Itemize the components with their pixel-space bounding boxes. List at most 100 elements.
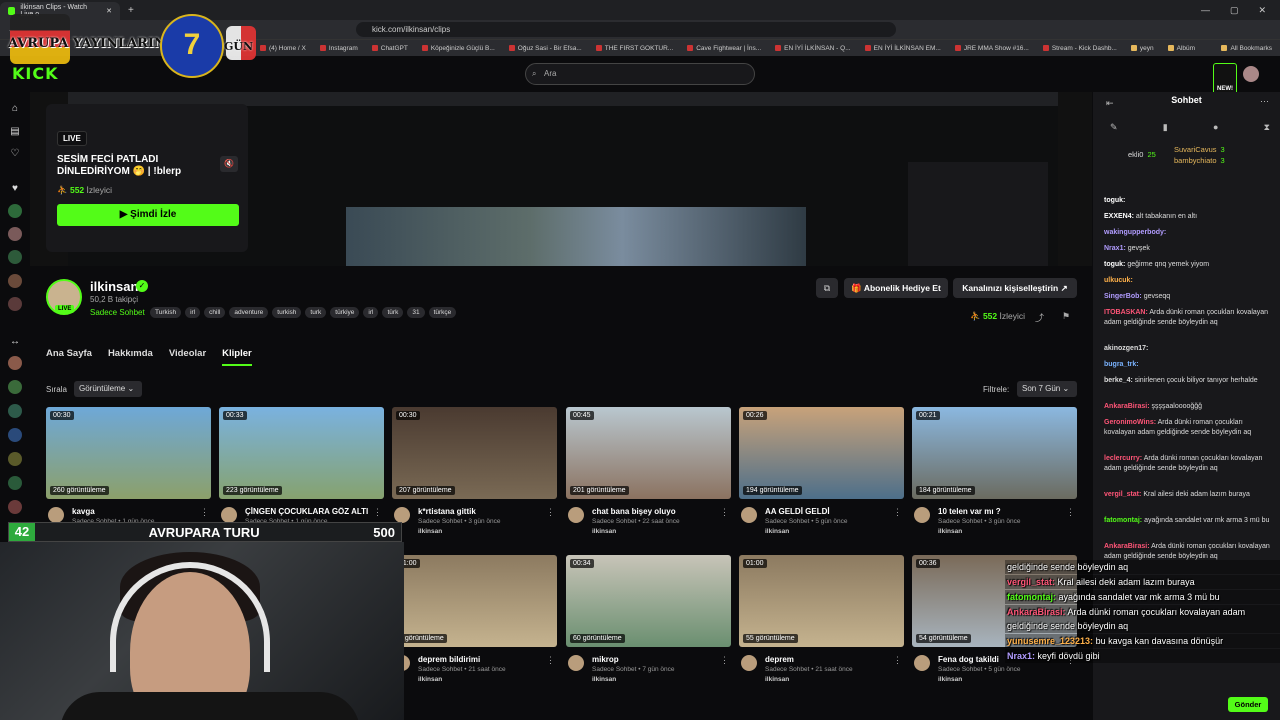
- bookmark-item[interactable]: Oğuz Sasi - Bir Efsa...: [509, 45, 582, 52]
- more-options-icon[interactable]: ⋮: [720, 507, 729, 518]
- clip-thumbnail[interactable]: 01:00 3 görüntüleme: [392, 555, 557, 647]
- clip-thumbnail[interactable]: 01:00 55 görüntüleme: [739, 555, 904, 647]
- clip-title[interactable]: chat bana bişey oluyo: [592, 507, 731, 516]
- sort-select[interactable]: Görüntüleme ⌄: [74, 381, 142, 397]
- channel-avatar[interactable]: [8, 500, 22, 514]
- clip-title[interactable]: ÇİNGEN ÇOCUKLARA GÖZ ALTI: [245, 507, 384, 516]
- clip-title[interactable]: 10 telen var mı ?: [938, 507, 1077, 516]
- clip-card[interactable]: 00:33 223 görüntüleme ÇİNGEN ÇOCUKLARA GÖZ…: [219, 407, 384, 535]
- send-button[interactable]: Gönder: [1228, 697, 1268, 712]
- tab-0[interactable]: Ana Sayfa: [46, 348, 92, 366]
- clip-title[interactable]: mikrop: [592, 655, 731, 664]
- window-close-icon[interactable]: ✕: [1258, 5, 1266, 16]
- tag-chip[interactable]: türkçe: [428, 307, 457, 318]
- bookmark-item[interactable]: Albüm: [1168, 45, 1195, 52]
- tag-chip[interactable]: irl: [185, 307, 201, 318]
- clip-title[interactable]: AA GELDİ GELDİ: [765, 507, 904, 516]
- filter-select[interactable]: Son 7 Gün ⌄: [1017, 381, 1077, 397]
- channel-avatar[interactable]: [8, 204, 22, 218]
- heart-icon[interactable]: ♥: [8, 182, 22, 196]
- report-icon[interactable]: ⚑: [1062, 311, 1070, 322]
- clip-thumbnail[interactable]: 00:33 223 görüntüleme: [219, 407, 384, 499]
- clip-thumbnail[interactable]: 00:21 184 görüntüleme: [912, 407, 1077, 499]
- clip-thumbnail[interactable]: 00:34 60 görüntüleme: [566, 555, 731, 647]
- bookmark-item[interactable]: yeyn: [1131, 45, 1154, 52]
- chat-username[interactable]: wakingupperbody:: [1104, 229, 1166, 236]
- clip-card[interactable]: 00:30 207 görüntüleme k*rtistana gittik Sad…: [392, 407, 557, 535]
- bookmark-item[interactable]: Cave Fightwear | İns...: [687, 45, 761, 52]
- clip-thumbnail[interactable]: 00:30 260 görüntüleme: [46, 407, 211, 499]
- clip-title[interactable]: k*rtistana gittik: [418, 507, 557, 516]
- clip-avatar[interactable]: [914, 507, 930, 523]
- pin-icon[interactable]: ✎: [1110, 122, 1118, 133]
- tag-chip[interactable]: 31: [407, 307, 425, 318]
- chat-username[interactable]: AnkaraBirasi:: [1104, 403, 1150, 410]
- channel-avatar[interactable]: [8, 404, 22, 418]
- clip-card[interactable]: 00:26 194 görüntüleme AA GELDİ GELDİ Sadece…: [739, 407, 904, 535]
- clip-thumbnail[interactable]: 00:45 201 görüntüleme: [566, 407, 731, 499]
- channel-avatar[interactable]: [8, 356, 22, 370]
- clip-title[interactable]: kavga: [72, 507, 211, 516]
- more-options-icon[interactable]: ⋮: [200, 507, 209, 518]
- tag-chip[interactable]: turk: [305, 307, 327, 318]
- more-options-icon[interactable]: ⋮: [893, 507, 902, 518]
- clip-channel[interactable]: ilkinsan: [765, 676, 904, 683]
- more-options-icon[interactable]: ⋮: [720, 655, 729, 666]
- channel-avatar[interactable]: [8, 297, 22, 311]
- clip-channel[interactable]: ilkinsan: [418, 528, 557, 535]
- channel-avatar[interactable]: [8, 227, 22, 241]
- tag-chip[interactable]: türkiye: [330, 307, 360, 318]
- chat-username[interactable]: ulkucuk:: [1104, 277, 1133, 284]
- clip-card[interactable]: 00:34 60 görüntüleme mikrop Sadece Sohbet •…: [566, 555, 731, 683]
- all-bookmarks[interactable]: All Bookmarks: [1221, 45, 1280, 52]
- chat-username[interactable]: SingerBob:: [1104, 293, 1142, 300]
- clip-avatar[interactable]: [568, 507, 584, 523]
- clip-card[interactable]: 01:00 55 görüntüleme deprem Sadece Sohbet •…: [739, 555, 904, 683]
- bookmark-item[interactable]: Köpeğinizle Güçlü B...: [422, 45, 495, 52]
- clip-card[interactable]: 01:00 3 görüntüleme deprem bildirimi Sadece…: [392, 555, 557, 683]
- clip-channel[interactable]: ilkinsan: [938, 676, 1077, 683]
- clip-card[interactable]: 00:45 201 görüntüleme chat bana bişey oluy…: [566, 407, 731, 535]
- home-icon[interactable]: ⌂: [8, 102, 22, 116]
- clip-card[interactable]: 00:21 184 görüntüleme 10 telen var mı ? Sad…: [912, 407, 1077, 535]
- clip-title[interactable]: deprem bildirimi: [418, 655, 557, 664]
- chat-username[interactable]: ITOBASKAN:: [1104, 309, 1148, 316]
- more-options-icon[interactable]: ⋮: [546, 655, 555, 666]
- url-field[interactable]: kick.com/ilkinsan/clips: [356, 22, 896, 37]
- more-options-icon[interactable]: ⋮: [373, 507, 382, 518]
- chat-username[interactable]: berke_4:: [1104, 377, 1133, 384]
- category-link[interactable]: Sadece Sohbet: [90, 308, 145, 317]
- mute-icon[interactable]: 🔇: [220, 156, 238, 172]
- clip-icon[interactable]: ⧉: [816, 278, 838, 298]
- tag-chip[interactable]: irl: [363, 307, 379, 318]
- share-icon[interactable]: ⤴: [1035, 311, 1044, 324]
- channel-avatar[interactable]: [8, 250, 22, 264]
- trash-icon[interactable]: ▮: [1163, 122, 1168, 133]
- watch-now-button[interactable]: ▶ Şimdi İzle: [57, 204, 239, 226]
- user-avatar[interactable]: [1243, 66, 1259, 82]
- more-options-icon[interactable]: ⋮: [546, 507, 555, 518]
- clip-channel[interactable]: ilkinsan: [592, 676, 731, 683]
- close-icon[interactable]: ✕: [106, 7, 112, 15]
- chat-username[interactable]: AnkaraBirasi:: [1104, 543, 1150, 550]
- chat-username[interactable]: leclercurry:: [1104, 455, 1142, 462]
- chat-username[interactable]: toguk:: [1104, 197, 1125, 204]
- chat-username[interactable]: toguk:: [1104, 261, 1125, 268]
- chat-username[interactable]: bugra_trk:: [1104, 361, 1139, 368]
- bookmark-item[interactable]: Instagram: [320, 45, 358, 52]
- channel-avatar[interactable]: [8, 274, 22, 288]
- chat-username[interactable]: akinozgen17:: [1104, 345, 1148, 352]
- clip-avatar[interactable]: [568, 655, 584, 671]
- channel-name[interactable]: ilkinsan: [90, 279, 138, 294]
- tab-1[interactable]: Hakkımda: [108, 348, 153, 366]
- clip-channel[interactable]: ilkinsan: [418, 676, 557, 683]
- chat-username[interactable]: EXXEN4:: [1104, 213, 1134, 220]
- expand-icon[interactable]: ↔: [8, 335, 22, 349]
- clip-avatar[interactable]: [914, 655, 930, 671]
- customize-channel-button[interactable]: Kanalınızı kişiselleştirin ↗: [953, 278, 1077, 298]
- clip-channel[interactable]: ilkinsan: [938, 528, 1077, 535]
- chat-username[interactable]: vergil_stat:: [1104, 491, 1141, 498]
- clip-avatar[interactable]: [741, 507, 757, 523]
- bookmark-item[interactable]: Stream - Kick Dashb...: [1043, 45, 1117, 52]
- clip-avatar[interactable]: [394, 507, 410, 523]
